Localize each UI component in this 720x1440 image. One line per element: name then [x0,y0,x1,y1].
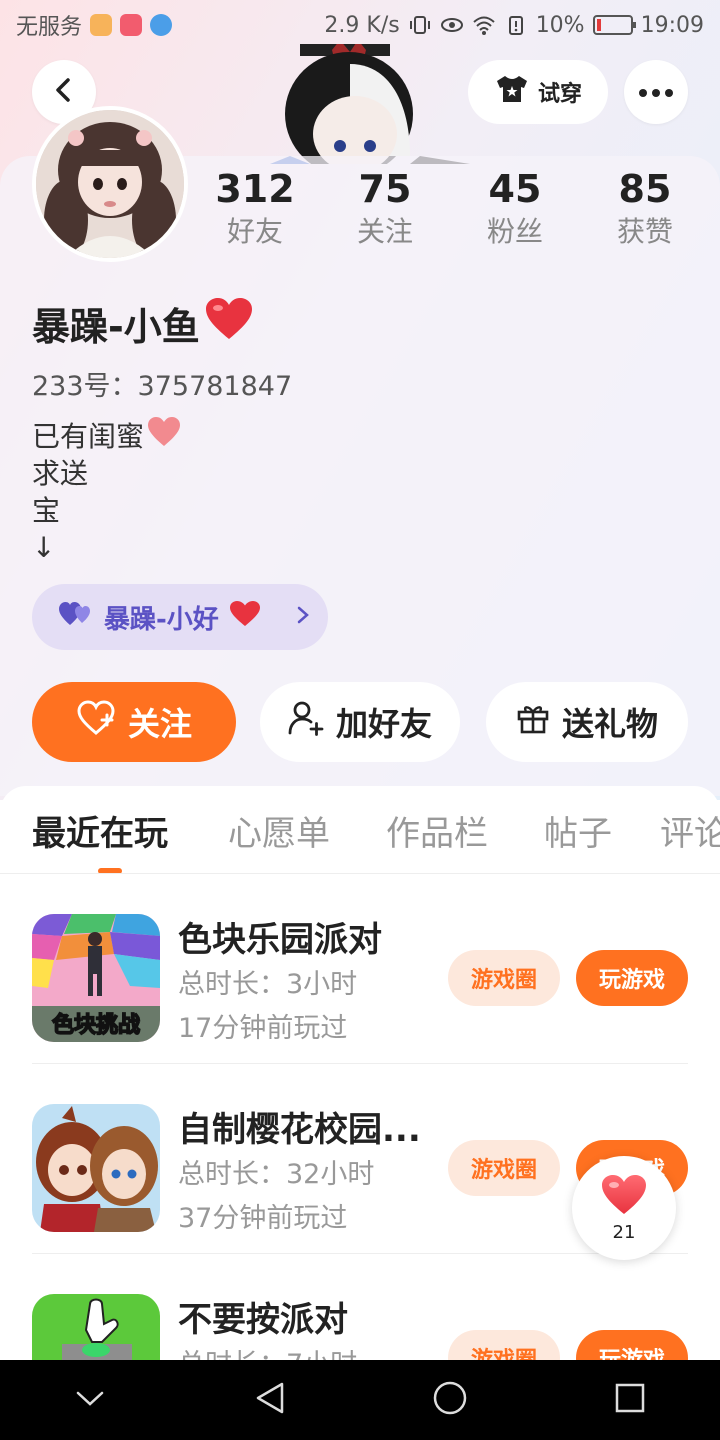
send-gift-label: 送礼物 [561,705,658,743]
try-on-label: 试穿 [537,82,582,107]
game-title: 不要按派对 [178,1300,348,1340]
battery-percent: 10% [535,12,585,38]
square-recents-icon [614,1382,646,1418]
list-item[interactable]: 不要按派对 总时长：7小时 游戏圈 玩游戏 [32,1254,688,1360]
like-count: 21 [612,1221,636,1243]
game-icon[interactable]: 色块挑战 [32,914,160,1042]
stat-fans[interactable]: 45 粉丝 [455,166,575,266]
stat-number: 75 [358,167,412,211]
game-circle-button[interactable]: 游戏圈 [448,950,560,1006]
triangle-back-icon [254,1381,286,1419]
stat-label: 好友 [226,215,283,248]
nav-recents-button[interactable] [590,1360,670,1440]
gift-icon [516,701,550,743]
more-dots-icon [638,83,674,102]
stat-label: 关注 [356,215,413,248]
tab-works[interactable]: 作品栏 [386,806,488,855]
notification-app-icon [90,14,113,36]
try-on-button[interactable]: 试穿 [468,60,608,124]
nav-home-button[interactable] [410,1360,490,1440]
stat-label: 获赞 [616,215,673,248]
profile-stats: 312 好友 75 关注 45 粉丝 85 获赞 [190,166,710,266]
more-button[interactable] [624,60,688,124]
bio: 已有闺蜜 求送 宝 ↓ [32,416,182,566]
heart-icon [600,1174,648,1220]
relation-name: 暴躁-小好 [104,604,219,635]
game-icon-text: 色块挑战 [52,1012,140,1038]
nickname-text: 暴躁-小鱼 [32,305,200,349]
avatar[interactable] [32,106,188,262]
tab-comments[interactable]: 评论 [660,806,720,855]
circle-home-icon [432,1380,468,1420]
tab-recent-played[interactable]: 最近在玩 [32,806,168,855]
stat-number: 45 [488,167,542,211]
tshirt-icon [494,74,530,110]
system-nav-bar [0,1360,720,1440]
game-title: 色块乐园派对 [178,920,382,960]
user-id: 233号：375781847 [32,371,293,402]
battery-icon [592,15,636,35]
heart-plus-icon [76,700,116,744]
carrier-text: 无服务 [16,15,83,40]
list-item[interactable]: 色块挑战 色块乐园派对 总时长：3小时 17分钟前玩过 游戏圈 玩游戏 [32,874,688,1064]
chevron-right-icon [296,603,310,631]
relation-chip[interactable]: 暴躁-小好 [32,584,328,650]
content-sheet: 最近在玩 心愿单 作品栏 帖子 评论 色块挑战 [0,786,720,1360]
chevron-left-icon [51,77,77,107]
follow-label: 关注 [127,705,192,743]
stat-label: 粉丝 [486,215,543,248]
add-user-icon [288,700,324,744]
nickname: 暴躁-小鱼 [32,296,254,351]
bio-line: 求送 [32,457,89,490]
game-title: 自制樱花校园... [178,1110,421,1150]
vibrate-icon [408,13,432,37]
double-heart-icon [58,601,94,634]
tab-bar: 最近在玩 心愿单 作品栏 帖子 评论 [0,786,720,874]
stat-following[interactable]: 75 关注 [325,166,445,266]
battery-alert-icon [504,13,528,37]
add-friend-label: 加好友 [335,705,432,743]
add-friend-button[interactable]: 加好友 [260,682,460,762]
eye-icon [440,13,464,37]
send-gift-button[interactable]: 送礼物 [486,682,688,762]
stat-likes[interactable]: 85 获赞 [585,166,705,266]
nav-back-button[interactable] [230,1360,310,1440]
hide-keyboard-button[interactable] [50,1360,130,1440]
chevron-down-icon [75,1388,105,1412]
bio-line: 宝 [32,494,61,527]
stat-number: 312 [215,167,295,211]
game-last-played: 37分钟前玩过 [178,1203,348,1234]
mail-app-icon [120,14,143,36]
like-fab-button[interactable]: 21 [572,1156,676,1260]
game-last-played: 17分钟前玩过 [178,1013,348,1044]
game-total-time: 总时长：7小时 [178,1342,357,1360]
clock: 19:09 [640,12,704,38]
play-game-button[interactable]: 玩游戏 [576,1330,688,1360]
heart-icon [204,297,254,350]
wifi-icon [472,13,496,37]
game-icon[interactable] [32,1104,160,1232]
net-speed: 2.9 K/s [324,12,400,38]
tab-posts[interactable]: 帖子 [544,806,612,855]
browser-app-icon [150,14,173,36]
bio-line: ↓ [32,531,56,564]
game-circle-button[interactable]: 游戏圈 [448,1140,560,1196]
pink-heart-icon [146,416,182,457]
game-total-time: 总时长：3小时 [178,969,358,1000]
status-bar: 无服务 2.9 K/s 10% 19:09 [0,0,720,50]
follow-button[interactable]: 关注 [32,682,236,762]
dress-up-character [270,44,470,164]
small-heart-icon [229,600,261,635]
tab-wishlist[interactable]: 心愿单 [228,806,330,855]
bio-line: 已有闺蜜 [32,420,145,453]
game-circle-button[interactable]: 游戏圈 [448,1330,560,1360]
game-icon[interactable] [32,1294,160,1360]
stat-number: 85 [618,167,672,211]
play-game-button[interactable]: 玩游戏 [576,950,688,1006]
game-total-time: 总时长：32小时 [178,1159,375,1190]
stat-friends[interactable]: 312 好友 [195,166,315,266]
